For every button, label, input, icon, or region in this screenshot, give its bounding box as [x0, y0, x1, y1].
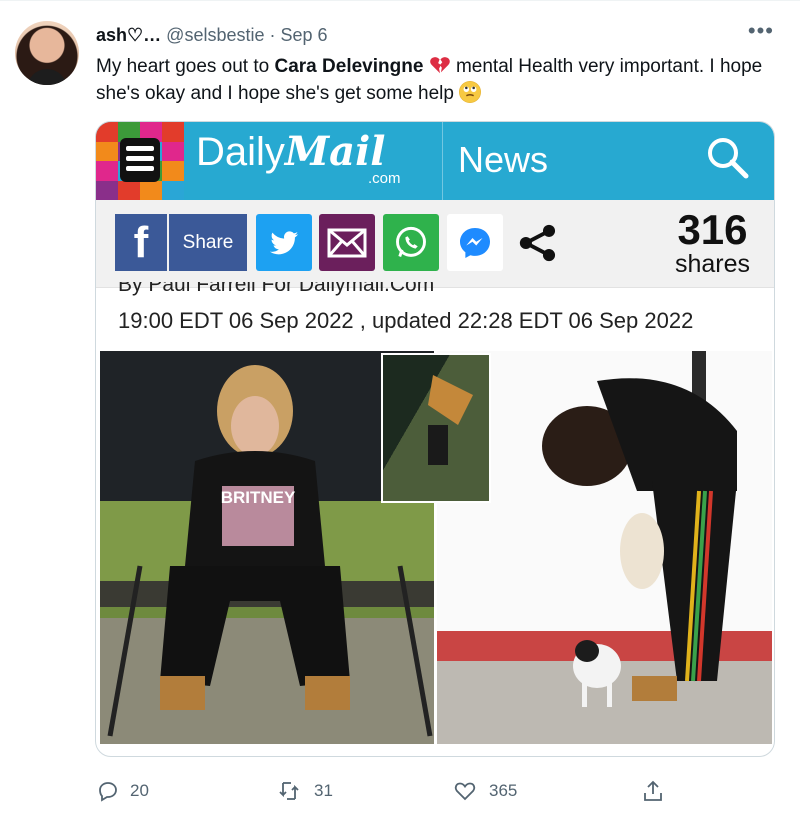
logo-com-text: .com [368, 170, 401, 187]
facebook-icon: f [115, 214, 167, 271]
author-name[interactable]: ash♡… [96, 25, 161, 45]
broken-heart-icon [429, 54, 451, 76]
article-timestamp: 19:00 EDT 06 Sep 2022 , updated 22:28 ED… [118, 308, 694, 333]
face-with-rolling-eyes-icon [459, 81, 482, 103]
hamburger-menu-icon[interactable] [120, 138, 160, 182]
tweet-text-part-1: My heart goes out to [96, 56, 275, 77]
header-divider [442, 122, 443, 200]
retweet-count: 31 [314, 781, 333, 800]
article-photo-inset [381, 353, 491, 503]
reply-button[interactable]: 20 [96, 779, 149, 803]
reply-count: 20 [130, 781, 149, 800]
dailymail-logo: DailyMail [196, 128, 386, 176]
tweet-date[interactable]: Sep 6 [281, 25, 328, 45]
heart-icon [454, 782, 476, 801]
link-card[interactable]: DailyMail .com News f Share 316 shares B… [95, 121, 775, 757]
mention-bold-text: Cara Delevingne [274, 56, 424, 77]
facebook-share-label: Share [169, 214, 247, 271]
dailymail-header-bar: DailyMail .com News [96, 122, 774, 200]
logo-daily-text: Daily [196, 130, 285, 174]
share-count-number: 316 [677, 206, 748, 253]
twitter-bird-icon [256, 214, 312, 271]
tweet-header: ash♡… @selsbestie · Sep 6 [96, 23, 328, 47]
avatar[interactable] [15, 21, 79, 85]
email-envelope-icon [319, 214, 375, 271]
shirt-text: BRITNEY [221, 488, 296, 507]
share-count: 316 shares [674, 206, 750, 278]
messenger-icon [447, 214, 503, 271]
tweet-actions: 20 31 365 [0, 767, 800, 807]
like-button[interactable]: 365 [453, 779, 517, 803]
logo-mail-text: Mail [284, 128, 386, 175]
share-count-label: shares [674, 250, 750, 278]
retweet-icon [279, 782, 299, 800]
section-news-label: News [458, 139, 549, 180]
share-nodes-icon [512, 214, 564, 271]
retweet-button[interactable]: 31 [276, 779, 333, 803]
like-count: 365 [489, 781, 518, 800]
share-upload-icon [644, 780, 662, 801]
more-options-icon[interactable]: ••• [748, 20, 774, 42]
share-button[interactable] [641, 779, 665, 808]
separator-dot: · [269, 25, 276, 45]
tweet[interactable]: ash♡… @selsbestie · Sep 6 ••• My heart g… [0, 0, 800, 826]
author-handle[interactable]: @selsbestie [166, 25, 264, 45]
whatsapp-icon [383, 214, 439, 271]
share-bar: f Share 316 shares [96, 200, 774, 288]
tweet-text: My heart goes out to Cara Delevingne men… [96, 53, 776, 107]
reply-icon [99, 782, 117, 802]
search-icon [708, 138, 749, 179]
article-byline-cropped: By Paul Farrell For Dailymail.Com [118, 282, 435, 296]
